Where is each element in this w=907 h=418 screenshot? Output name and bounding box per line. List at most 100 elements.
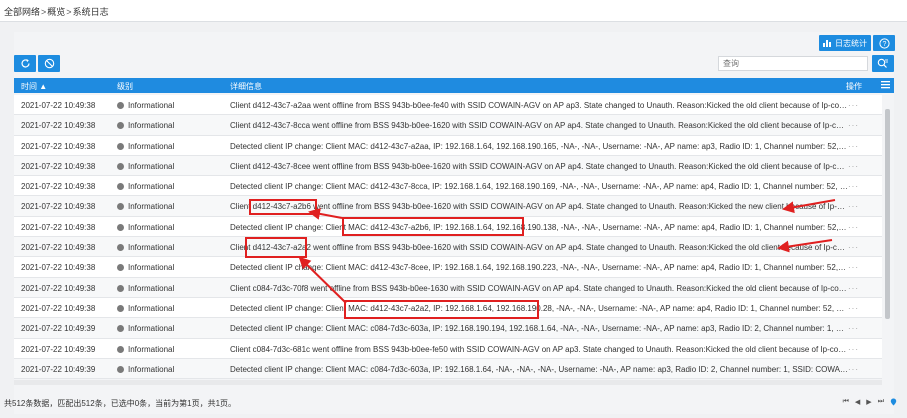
more-actions-button[interactable]: ··· (848, 365, 868, 374)
more-actions-button[interactable]: ··· (848, 304, 868, 313)
chart-icon (823, 40, 831, 47)
table-row[interactable]: 2021-07-22 10:49:38 Informational Detected… (14, 216, 882, 238)
cell-level: Informational (117, 284, 217, 293)
cell-level: Informational (117, 142, 217, 151)
refresh-button[interactable] (14, 55, 36, 72)
cell-level: Informational (117, 162, 217, 171)
table-row[interactable]: 2021-07-22 10:49:38 Informational Client c… (14, 277, 882, 298)
status-dot-icon (117, 122, 124, 130)
cell-time: 2021-07-22 10:49:38 (21, 263, 96, 273)
cell-detail: Client d412-43c7-a2b6 went offline from … (230, 202, 848, 212)
cell-detail: Client c084-7d3c-70f8 went offline from … (230, 283, 848, 293)
next-page-button[interactable]: ▶ (866, 398, 871, 408)
search-input[interactable] (718, 56, 868, 71)
cell-level: Informational (117, 263, 217, 272)
cell-level: Informational (117, 121, 217, 130)
cell-time: 2021-07-22 10:49:38 (21, 222, 96, 232)
log-statistics-label: 日志统计 (835, 38, 867, 48)
table-row[interactable]: 2021-07-22 10:49:38 Informational Client d… (14, 155, 882, 177)
cell-level: Informational (117, 223, 217, 232)
horizontal-scrollbar[interactable] (14, 380, 882, 385)
table-row[interactable]: 2021-07-22 10:49:39 Informational Detected… (14, 318, 882, 339)
cell-time: 2021-07-22 10:49:39 (21, 364, 96, 374)
clear-log-button[interactable] (38, 55, 60, 72)
status-dot-icon (117, 325, 124, 333)
svg-text:?: ? (882, 41, 886, 48)
more-actions-button[interactable]: ··· (848, 223, 868, 232)
first-page-button[interactable]: ⏮ (843, 398, 849, 408)
table-row[interactable]: 2021-07-22 10:49:38 Informational Client d… (14, 196, 882, 217)
help-button[interactable]: ? (873, 35, 895, 51)
last-page-button[interactable]: ⏭ (878, 398, 884, 408)
level-label: Informational (128, 263, 175, 273)
no-entry-icon (44, 58, 54, 69)
cell-detail: Client d412-43c7-8cca went offline from … (230, 121, 848, 131)
table-row[interactable]: 2021-07-22 10:49:39 Informational Client c… (14, 338, 882, 359)
advanced-search-button[interactable] (872, 55, 894, 72)
more-actions-button[interactable]: ··· (848, 162, 868, 171)
cell-detail: Client d412-43c7-a2aa went offline from … (230, 101, 848, 110)
status-dot-icon (117, 365, 124, 373)
level-label: Informational (128, 303, 175, 313)
status-dot-icon (117, 244, 124, 252)
more-actions-button[interactable]: ··· (848, 101, 868, 110)
cell-level: Informational (117, 324, 217, 333)
cell-time: 2021-07-22 10:49:39 (21, 344, 96, 354)
log-statistics-button[interactable]: 日志统计 (819, 35, 871, 51)
table-row[interactable]: 2021-07-22 10:49:38 Informational Detected… (14, 176, 882, 197)
table-row[interactable]: 2021-07-22 10:49:38 Informational Client d… (14, 95, 882, 116)
cell-time: 2021-07-22 10:49:38 (21, 283, 96, 293)
cell-level: Informational (117, 243, 217, 252)
more-actions-button[interactable]: ··· (848, 202, 868, 211)
more-actions-button[interactable]: ··· (848, 182, 868, 191)
cell-time: 2021-07-22 10:49:38 (21, 243, 96, 253)
column-settings-button[interactable] (881, 80, 890, 91)
status-dot-icon (117, 304, 124, 312)
more-actions-button[interactable]: ··· (848, 345, 868, 354)
cell-level: Informational (117, 304, 217, 313)
breadcrumb-item-overview[interactable]: 概览 (47, 5, 65, 18)
level-label: Informational (128, 161, 175, 171)
level-label: Informational (128, 222, 175, 232)
table-row[interactable]: 2021-07-22 10:49:38 Informational Detected… (14, 297, 882, 319)
table-row[interactable]: 2021-07-22 10:49:38 Informational Detected… (14, 257, 882, 278)
more-actions-button[interactable]: ··· (848, 324, 868, 333)
scrollbar-thumb[interactable] (885, 109, 890, 319)
status-dot-icon (117, 284, 124, 292)
log-table-body: 2021-07-22 10:49:38 Informational Client d… (14, 95, 882, 380)
breadcrumb-item-system-log: 系统日志 (72, 7, 109, 17)
status-dot-icon (117, 264, 124, 272)
top-buttons: 日志统计 ? (819, 35, 895, 51)
column-header-level[interactable]: 级别 (117, 81, 133, 92)
more-actions-button[interactable]: ··· (848, 284, 868, 293)
table-row[interactable]: 2021-07-22 10:49:38 Informational Detected… (14, 135, 882, 156)
status-dot-icon (117, 223, 124, 231)
cell-level: Informational (117, 101, 217, 110)
cell-time: 2021-07-22 10:49:38 (21, 161, 96, 171)
table-row[interactable]: 2021-07-22 10:49:39 Informational Detected… (14, 358, 882, 380)
status-dot-icon (117, 203, 124, 211)
column-header-operation: 操作 (846, 82, 862, 91)
cell-detail: Detected client IP change: Client MAC: d… (230, 182, 848, 192)
breadcrumb: 全部网络>概览>系统日志 (0, 0, 907, 22)
prev-page-button[interactable]: ◀ (855, 398, 860, 408)
breadcrumb-item-all-networks[interactable]: 全部网络 (4, 5, 40, 18)
more-actions-button[interactable]: ··· (848, 263, 868, 272)
cell-detail: Client d412-43c7-8cee went offline from … (230, 161, 848, 171)
cell-time: 2021-07-22 10:49:39 (21, 324, 96, 334)
status-dot-icon (117, 162, 124, 170)
locate-button[interactable] (890, 398, 897, 408)
more-actions-button[interactable]: ··· (848, 243, 868, 252)
level-label: Informational (128, 141, 175, 151)
cell-time: 2021-07-22 10:49:38 (21, 303, 96, 313)
cell-level: Informational (117, 365, 217, 374)
more-actions-button[interactable]: ··· (848, 142, 868, 151)
vertical-scrollbar[interactable] (882, 95, 894, 384)
column-header-time[interactable]: 时间 ▲ (21, 81, 47, 92)
more-actions-button[interactable]: ··· (848, 121, 868, 130)
column-header-detail[interactable]: 详细信息 (230, 81, 262, 92)
level-label: Informational (128, 324, 175, 334)
search-icon (877, 58, 888, 68)
table-row[interactable]: 2021-07-22 10:49:38 Informational Client d… (14, 115, 882, 136)
table-row[interactable]: 2021-07-22 10:49:38 Informational Client d… (14, 237, 882, 258)
